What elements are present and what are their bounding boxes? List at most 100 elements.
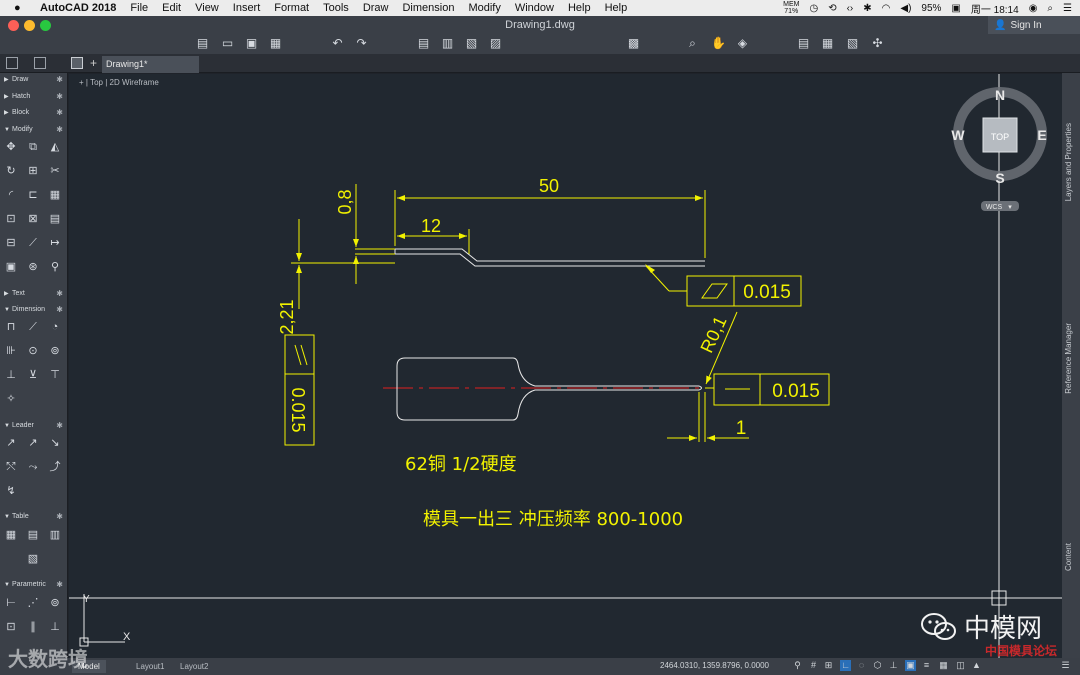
section-text[interactable]: ▶ Text ✱ <box>0 287 68 301</box>
extend-icon[interactable]: ↦ <box>48 236 62 250</box>
clock[interactable]: 周一 18:14 <box>971 1 1019 16</box>
fix-constraint-icon[interactable]: ⊡ <box>4 620 18 634</box>
leader-icon[interactable]: ↯ <box>4 484 18 498</box>
zoom-icon[interactable]: ⌕ <box>686 37 699 50</box>
compass-east[interactable]: E <box>1037 127 1046 143</box>
angular-dimension-icon[interactable]: ◔ <box>48 320 62 334</box>
leader-style-icon[interactable]: ⤴ <box>48 460 62 474</box>
snap-icon[interactable]: ⊞ <box>823 660 834 671</box>
osnap-icon[interactable]: ▣ <box>905 660 916 671</box>
orbit-icon[interactable]: ◈ <box>736 37 749 50</box>
gear-icon[interactable]: ✱ <box>56 303 63 317</box>
array-icon[interactable]: ▦ <box>48 188 62 202</box>
section-block[interactable]: ▶ Block ✱ <box>0 106 68 120</box>
volume-icon[interactable]: ◀) <box>900 3 911 14</box>
erase-icon[interactable]: ▣ <box>4 260 18 274</box>
sync-icon[interactable]: ⟲ <box>828 3 836 14</box>
compass-west[interactable]: W <box>951 127 965 143</box>
section-dimension[interactable]: ▼ Dimension ✱ <box>0 303 68 317</box>
concentric-constraint-icon[interactable]: ⊚ <box>48 596 62 610</box>
palette-toggle-icon[interactable]: ✣ <box>871 37 884 50</box>
menu-dimension[interactable]: Dimension <box>402 2 454 14</box>
reference-manager-tab[interactable]: Reference Manager <box>1064 323 1073 394</box>
redo-icon[interactable]: ↷ <box>355 37 368 50</box>
scale-icon[interactable]: ⊞ <box>26 164 40 178</box>
gear-icon[interactable]: ✱ <box>56 419 63 433</box>
copy-icon[interactable]: ⧉ <box>26 140 40 154</box>
collect-leader-icon[interactable]: ⤳ <box>26 460 40 474</box>
remove-leader-icon[interactable]: ↘ <box>48 436 62 450</box>
offset-icon[interactable]: ⊏ <box>26 188 40 202</box>
move-icon[interactable]: ✥ <box>4 140 18 154</box>
explode-icon[interactable]: ⊟ <box>4 236 18 250</box>
menu-file[interactable]: File <box>130 2 148 14</box>
table-icon[interactable]: ▦ <box>4 528 18 542</box>
layer-isolate-icon[interactable]: ▧ <box>846 37 859 50</box>
tab-layout2[interactable]: Layout2 <box>174 660 214 673</box>
compass-south[interactable]: S <box>995 170 1004 186</box>
section-hatch[interactable]: ▶ Hatch ✱ <box>0 90 68 104</box>
bluetooth-icon[interactable]: ✱ <box>863 3 871 14</box>
gear-icon[interactable]: ✱ <box>56 287 63 301</box>
plot-icon[interactable]: ▤ <box>417 37 430 50</box>
layers-properties-tab[interactable]: Layers and Properties <box>1064 123 1073 201</box>
section-leader[interactable]: ▼ Leader ✱ <box>0 419 68 433</box>
mirror-icon[interactable]: ◭ <box>48 140 62 154</box>
data-link-icon[interactable]: ▥ <box>48 528 62 542</box>
trim-icon[interactable]: ✂ <box>48 164 62 178</box>
print-icon[interactable]: ▥ <box>441 37 454 50</box>
section-draw[interactable]: ▶ Draw ✱ <box>0 73 68 87</box>
menu-tools[interactable]: Tools <box>323 2 349 14</box>
sheet-set-icon[interactable]: ▩ <box>627 37 640 50</box>
search-icon[interactable]: ⌕ <box>1047 3 1053 14</box>
copy-layout-icon[interactable] <box>34 57 46 69</box>
menu-help[interactable]: Help <box>568 2 591 14</box>
gear-icon[interactable]: ✱ <box>56 106 63 120</box>
app-name-menu[interactable]: AutoCAD 2018 <box>40 2 116 14</box>
stretch-icon[interactable]: ⊡ <box>4 212 18 226</box>
customize-icon[interactable]: ☰ <box>1060 660 1071 671</box>
table-style-icon[interactable]: ▤ <box>26 528 40 542</box>
parallel-constraint-icon[interactable]: ∥ <box>26 620 40 634</box>
batch-plot-icon[interactable]: ▨ <box>489 37 502 50</box>
sign-in-button[interactable]: 👤 Sign In <box>988 16 1080 34</box>
section-table[interactable]: ▼ Table ✱ <box>0 510 68 524</box>
rotate-icon[interactable]: ↻ <box>4 164 18 178</box>
sidebar-toggle-icon[interactable] <box>6 57 18 69</box>
aligned-dimension-icon[interactable]: ⟋ <box>26 320 40 334</box>
ordinate-dimension-icon[interactable]: ⊥ <box>4 368 18 382</box>
radius-dimension-icon[interactable]: ⊙ <box>26 344 40 358</box>
wifi-icon[interactable]: ◠ <box>882 3 891 14</box>
extract-data-icon[interactable]: ▧ <box>26 552 40 566</box>
polar-icon[interactable]: ◌ <box>856 660 867 671</box>
gear-icon[interactable]: ✱ <box>56 73 63 87</box>
layer-properties-icon[interactable]: ▤ <box>797 37 810 50</box>
dimension-style-icon[interactable]: ⊻ <box>26 368 40 382</box>
menu-draw[interactable]: Draw <box>363 2 389 14</box>
new-tab-icon[interactable]: + <box>90 56 97 70</box>
apple-icon[interactable]: ● <box>14 2 30 14</box>
new-file-icon[interactable]: ▤ <box>196 37 209 50</box>
input-source-icon[interactable]: ▣ <box>951 3 960 14</box>
menu-view[interactable]: View <box>195 2 219 14</box>
edit-polyline-icon[interactable]: ⊛ <box>26 260 40 274</box>
coincident-constraint-icon[interactable]: ⊢ <box>4 596 18 610</box>
gear-icon[interactable]: ✱ <box>56 123 63 137</box>
ortho-icon[interactable]: ∟ <box>840 660 851 671</box>
isodraft-icon[interactable]: ⬡ <box>872 660 883 671</box>
menu-list-icon[interactable]: ☰ <box>1063 3 1072 14</box>
mem-indicator[interactable]: MEM 71% <box>783 1 799 15</box>
linear-dimension-icon[interactable]: ⊓ <box>4 320 18 334</box>
lengthen-icon[interactable]: ⟋ <box>26 236 40 250</box>
baseline-dimension-icon[interactable]: ⊪ <box>4 344 18 358</box>
compass-north[interactable]: N <box>995 87 1005 103</box>
gear-icon[interactable]: ✱ <box>56 578 63 592</box>
dimension-space-icon[interactable]: ⊤ <box>48 368 62 382</box>
code-icon[interactable]: ‹› <box>847 3 854 14</box>
lineweight-icon[interactable]: ≡ <box>921 660 932 671</box>
gear-icon[interactable]: ✱ <box>56 510 63 524</box>
quick-dimension-icon[interactable]: ✧ <box>4 392 18 406</box>
open-file-icon[interactable]: ▭ <box>221 37 234 50</box>
menu-window[interactable]: Window <box>515 2 554 14</box>
menu-edit[interactable]: Edit <box>162 2 181 14</box>
